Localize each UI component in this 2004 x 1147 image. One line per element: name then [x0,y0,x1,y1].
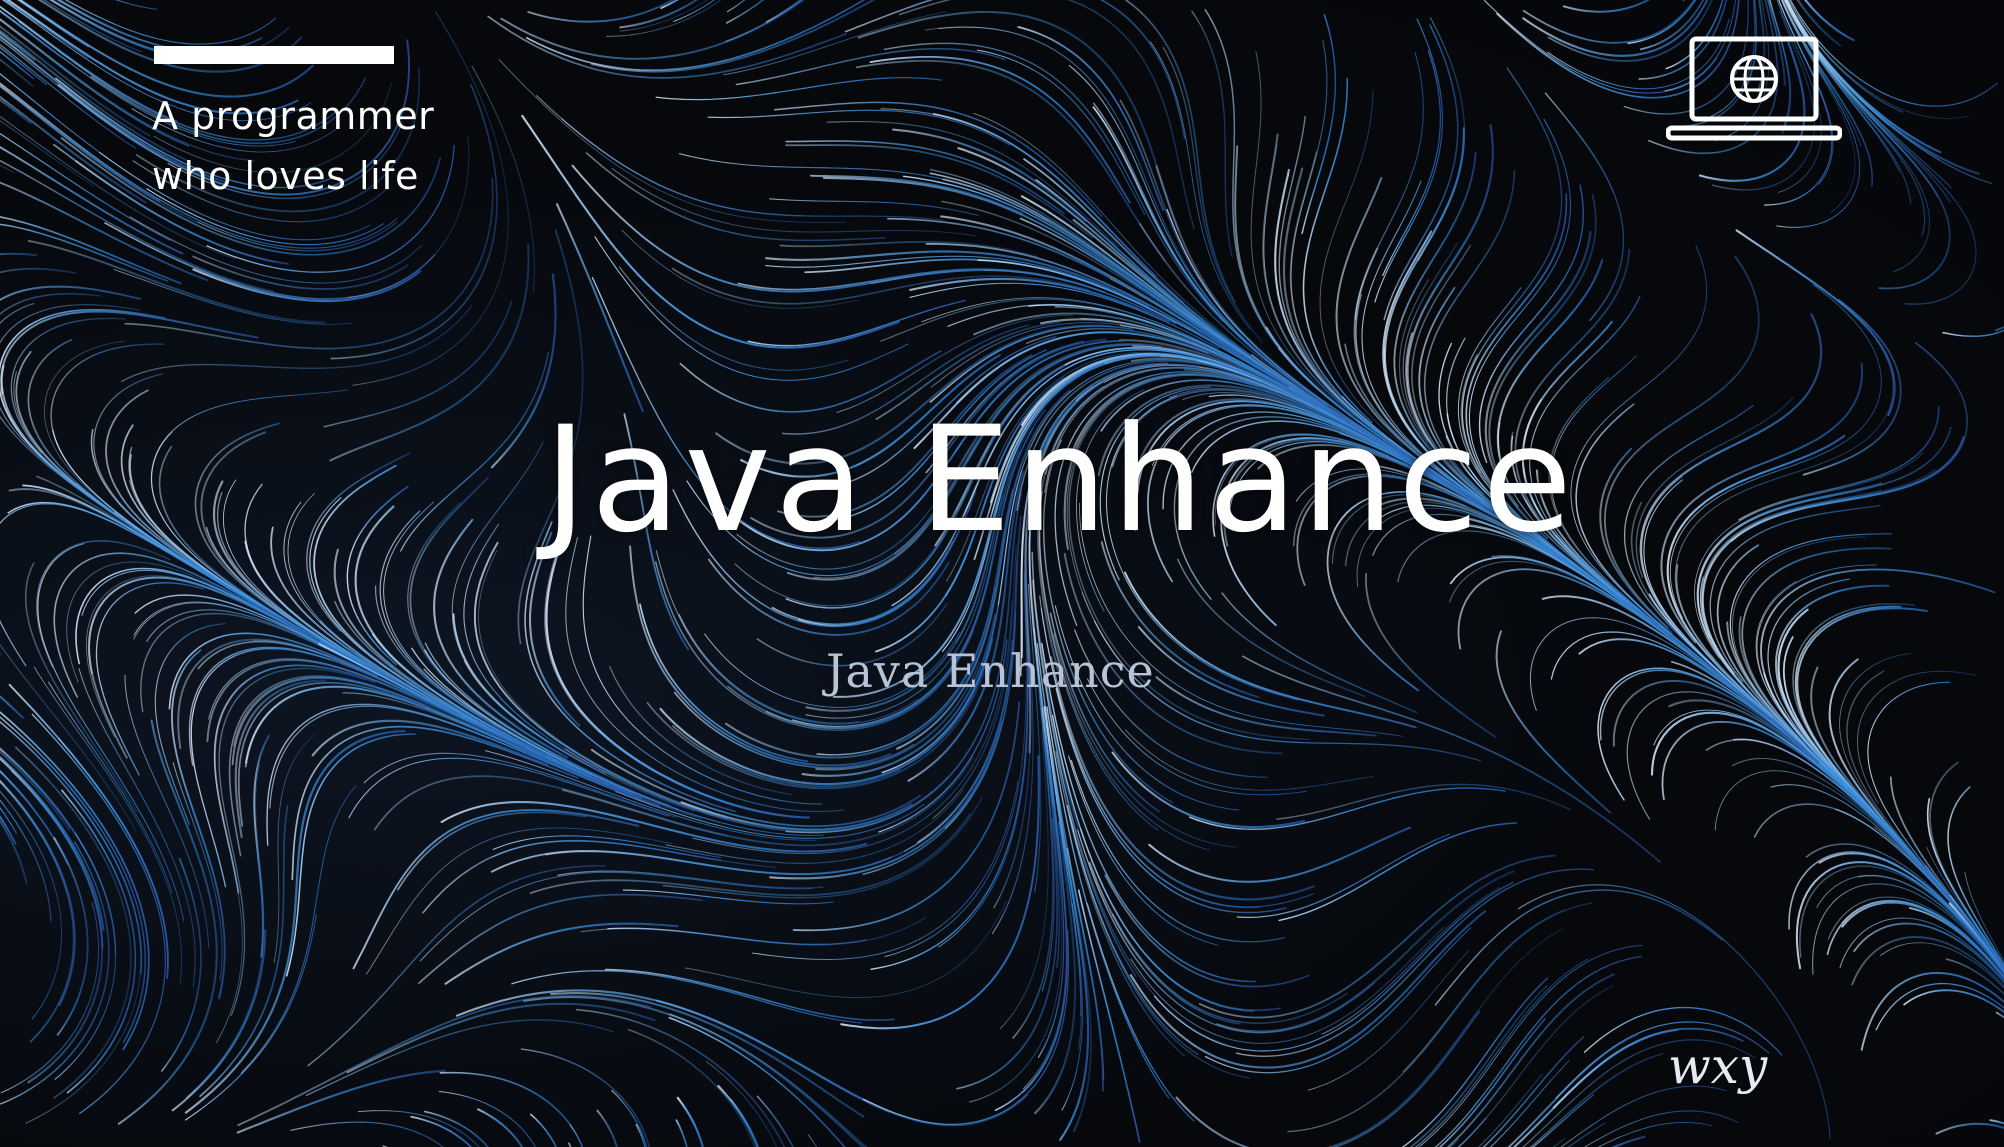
tagline-accent-bar [154,46,394,64]
tagline-line-1: A programmer [152,94,435,138]
signature: wxy [1668,1037,1768,1095]
laptop-globe-icon [1666,36,1842,141]
tagline-line-2: who loves life [152,154,419,198]
title-slide: A programmer who loves life Java Enhance… [0,0,2004,1147]
main-title: Java Enhance [543,395,1577,565]
sub-title: Java Enhance [826,644,1155,698]
tagline: A programmer who loves life [152,86,512,206]
